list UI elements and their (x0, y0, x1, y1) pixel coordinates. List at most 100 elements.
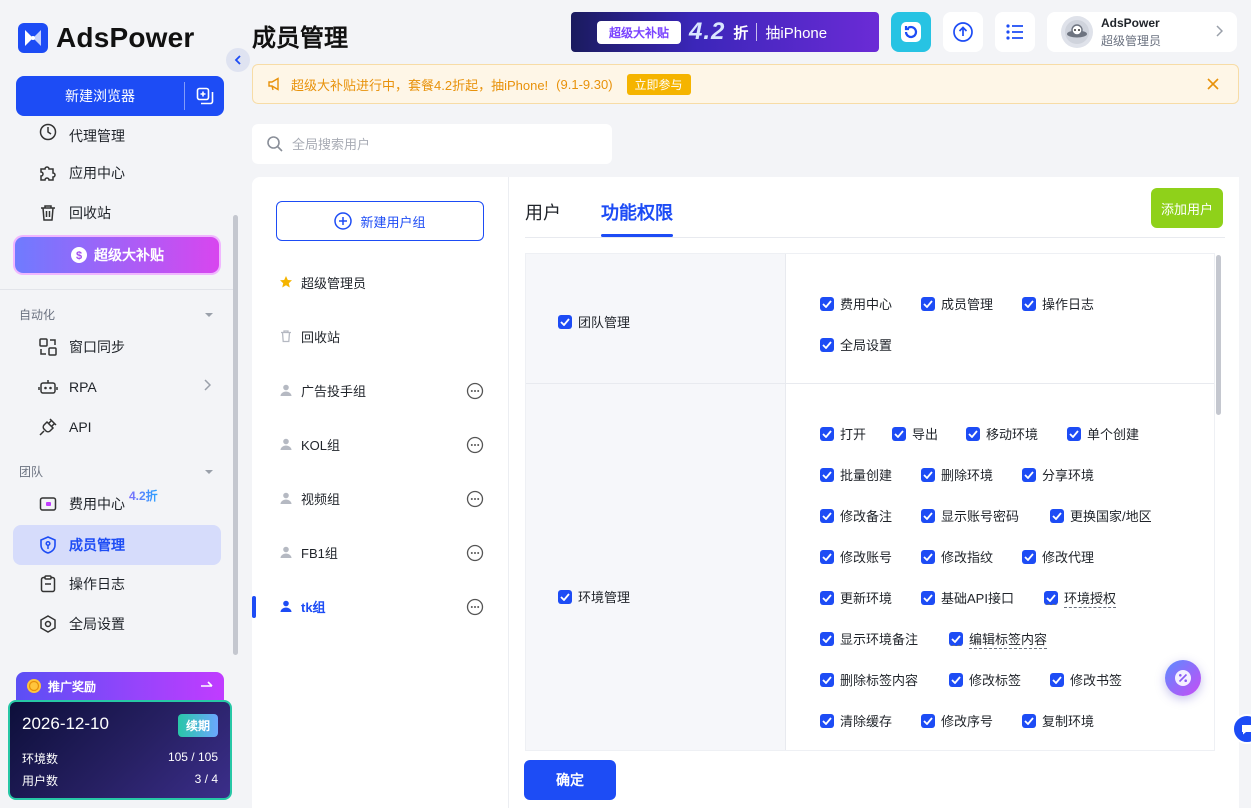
user-menu[interactable]: AdsPower 超级管理员 (1047, 12, 1237, 52)
permission-checkbox[interactable]: 编辑标签内容 (949, 629, 1048, 649)
add-user-button[interactable]: 添加用户 (1151, 188, 1223, 228)
new-browser-button[interactable]: 新建浏览器 (16, 76, 224, 116)
sidebar-item-trash[interactable]: 回收站 (13, 193, 221, 233)
sidebar-item-rpa[interactable]: RPA (13, 367, 221, 407)
banner-divider (756, 23, 758, 41)
group-item-super-admin[interactable]: 超级管理员 (252, 262, 508, 302)
renew-button[interactable]: 续期 (177, 714, 218, 737)
permission-checkbox[interactable]: 修改代理 (1022, 547, 1094, 566)
checkbox-checked-icon (921, 713, 935, 728)
sidebar-item-window-sync[interactable]: 窗口同步 (13, 327, 221, 367)
more-options-icon[interactable] (466, 382, 484, 400)
checkbox-checked-icon (558, 314, 572, 329)
new-browser-label: 新建浏览器 (65, 88, 135, 104)
permission-checkbox[interactable]: 更新环境 (820, 588, 892, 607)
permission-checkbox[interactable]: 分享环境 (1022, 465, 1094, 484)
group-item-tk[interactable]: tk组 (252, 586, 508, 626)
group-item-trash[interactable]: 回收站 (252, 316, 508, 356)
group-item-fb1[interactable]: FB1组 (252, 532, 508, 572)
checkbox-checked-icon (820, 672, 834, 687)
permission-checkbox[interactable]: 修改标签 (949, 670, 1021, 689)
permission-checkbox[interactable]: 成员管理 (921, 294, 993, 313)
permission-checkbox[interactable]: 导出 (892, 424, 938, 443)
permission-checkbox[interactable]: 复制环境 (1022, 711, 1094, 730)
group-item-ad-buyers[interactable]: 广告投手组 (252, 370, 508, 410)
permission-checkbox[interactable]: 修改备注 (820, 506, 892, 525)
sidebar-item-billing[interactable]: 费用中心 (13, 484, 221, 524)
environment-management-checkbox[interactable]: 环境管理 (558, 587, 630, 606)
user-search-box[interactable] (252, 124, 612, 164)
permission-checkbox[interactable]: 打开 (820, 424, 866, 443)
sidebar-item-api[interactable]: API (13, 407, 221, 447)
more-options-icon[interactable] (466, 544, 484, 562)
coin-icon (27, 679, 41, 693)
team-management-checkbox[interactable]: 团队管理 (558, 312, 630, 331)
super-subsidy-button[interactable]: $ 超级大补贴 (15, 237, 219, 273)
promo-banner[interactable]: 超级大补贴 4.2 折 抽iPhone (571, 12, 879, 52)
wallet-icon (37, 493, 59, 515)
group-item-kol[interactable]: KOL组 (252, 424, 508, 464)
sidebar-item-global-settings[interactable]: 全局设置 (13, 604, 221, 644)
more-options-icon[interactable] (466, 490, 484, 508)
permissions-scrollbar[interactable] (1216, 255, 1221, 415)
collapse-sidebar-button[interactable] (226, 48, 250, 72)
group-item-video[interactable]: 视频组 (252, 478, 508, 518)
permission-checkbox[interactable]: 修改书签 (1050, 670, 1122, 689)
permission-checkbox[interactable]: 更换国家/地区 (1050, 506, 1152, 525)
section-team-header[interactable]: 团队 (19, 463, 214, 480)
search-input[interactable] (292, 136, 592, 152)
tab-permissions[interactable]: 功能权限 (601, 199, 673, 225)
logo[interactable]: AdsPower (18, 22, 195, 54)
permission-label: 删除环境 (941, 468, 994, 483)
permission-checkbox[interactable]: 删除环境 (921, 465, 993, 484)
more-options-icon[interactable] (466, 436, 484, 454)
active-tab-underline (601, 234, 673, 237)
permission-checkbox[interactable]: 修改账号 (820, 547, 892, 566)
divider (0, 289, 236, 290)
permission-checkbox[interactable]: 修改指纹 (921, 547, 993, 566)
sidebar-scrollbar[interactable] (233, 215, 238, 655)
sidebar-item-members[interactable]: 成员管理 (13, 525, 221, 565)
megaphone-icon (268, 77, 279, 91)
sidebar-item-app-center[interactable]: 应用中心 (13, 153, 221, 193)
promotion-rewards-bar[interactable]: 推广奖励 (16, 672, 224, 700)
group-label: 超级管理员 (301, 275, 367, 291)
floating-discount-button[interactable] (1165, 660, 1201, 696)
percent-badge-icon (1175, 670, 1191, 686)
permission-checkbox[interactable]: 环境授权 (1044, 588, 1117, 608)
group-label: tk组 (301, 599, 326, 615)
permission-checkbox[interactable]: 批量创建 (820, 465, 892, 484)
permission-checkbox[interactable]: 全局设置 (820, 335, 892, 354)
permission-checkbox[interactable]: 基础API接口 (921, 588, 1014, 607)
close-icon[interactable] (1206, 77, 1220, 91)
permission-checkbox[interactable]: 显示账号密码 (921, 506, 1019, 525)
group-label: 回收站 (301, 329, 341, 345)
batch-create-icon[interactable] (185, 87, 224, 105)
category-label: 团队管理 (578, 315, 631, 330)
tab-users[interactable]: 用户 (525, 199, 561, 225)
checkbox-checked-icon (949, 672, 963, 687)
sidebar-item-label: 回收站 (69, 205, 111, 221)
permission-label: 编辑标签内容 (969, 629, 1048, 649)
permission-checkbox[interactable]: 移动环境 (966, 424, 1038, 443)
permission-checkbox[interactable]: 单个创建 (1067, 424, 1139, 443)
sidebar-item-label: 代理管理 (69, 128, 125, 143)
sidebar-item-logs[interactable]: 操作日志 (13, 564, 221, 604)
new-user-group-button[interactable]: 新建用户组 (276, 201, 484, 241)
task-list-button[interactable] (995, 12, 1035, 52)
permission-checkbox[interactable]: 删除标签内容 (820, 670, 918, 689)
permission-checkbox[interactable]: 操作日志 (1022, 294, 1094, 313)
join-now-button[interactable]: 立即参与 (626, 73, 691, 95)
permission-checkbox[interactable]: 清除缓存 (820, 711, 892, 730)
permission-checkbox[interactable]: 费用中心 (820, 294, 892, 313)
permission-category: 环境管理 (526, 384, 786, 750)
permission-checkbox[interactable]: 显示环境备注 (820, 629, 918, 648)
upload-sync-button[interactable] (943, 12, 983, 52)
caret-down-icon (205, 469, 213, 474)
sync-app-button[interactable] (891, 12, 931, 52)
confirm-button[interactable]: 确定 (524, 760, 616, 800)
section-automation-header[interactable]: 自动化 (19, 306, 214, 323)
permission-checkbox[interactable]: 修改序号 (921, 711, 993, 730)
sidebar-item-proxy[interactable]: 代理管理 (13, 113, 221, 143)
more-options-icon[interactable] (466, 598, 484, 616)
